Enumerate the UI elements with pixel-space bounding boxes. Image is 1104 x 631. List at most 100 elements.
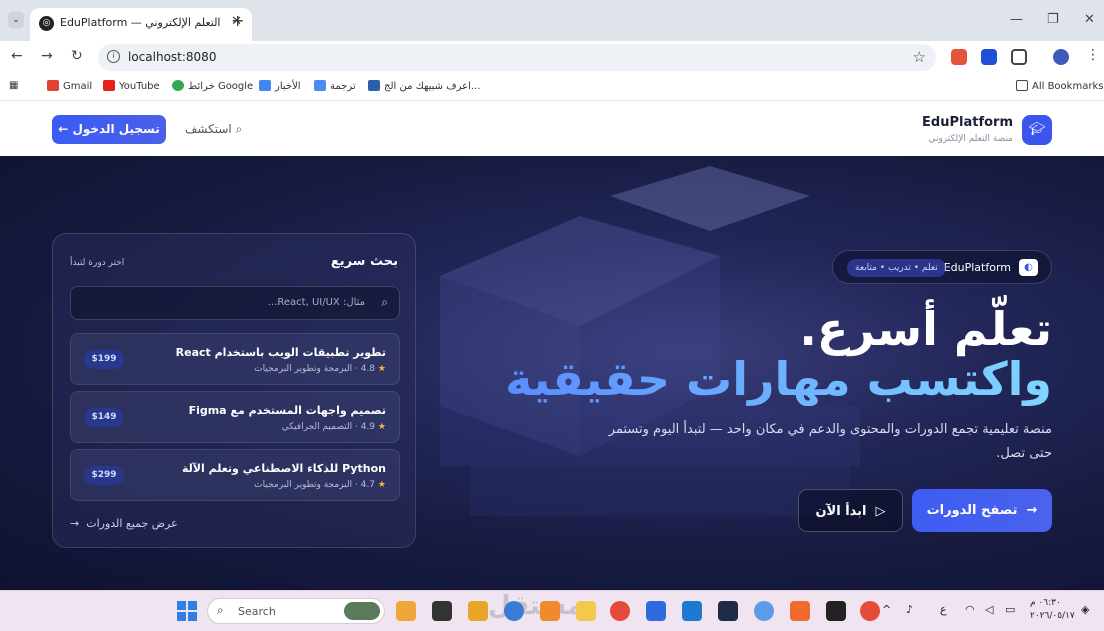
star-icon: ★ bbox=[377, 364, 386, 374]
bookmark-site-icon bbox=[368, 80, 380, 91]
course-meta: ★ 4.8 · البرمجة وتطوير البرمجيات bbox=[254, 364, 386, 374]
course-meta: ★ 4.7 · البرمجة وتطوير البرمجيات bbox=[254, 480, 386, 490]
bookmark-news[interactable]: الأخبار bbox=[259, 80, 301, 92]
explore-link[interactable]: استكشف ⌕ bbox=[185, 122, 242, 137]
bookmark-gmail[interactable]: Gmail bbox=[47, 80, 92, 92]
course-search-input[interactable]: مثال: React, UI/UX... ⌕ bbox=[70, 286, 400, 320]
arrow-icon: → bbox=[1017, 503, 1038, 518]
bookmark-maps[interactable]: خرائط Google bbox=[172, 80, 253, 92]
clock-date[interactable]: ٢٠٢٦/٠٥/١٧ bbox=[1030, 611, 1075, 621]
folder-icon[interactable] bbox=[576, 601, 596, 621]
file-explorer-icon[interactable] bbox=[468, 601, 488, 621]
course-price: $299 bbox=[84, 466, 124, 485]
course-item[interactable]: Python للذكاء الاصطناعي وتعلم الآلة ★ 4.… bbox=[70, 449, 400, 501]
browser-tab[interactable]: ◎ EduPlatform — التعلم الإلكتروني ✕ bbox=[30, 8, 252, 41]
watermark-text: مستقل bbox=[488, 591, 584, 621]
star-icon: ★ bbox=[377, 480, 386, 490]
window-close-icon[interactable]: ✕ bbox=[1084, 12, 1095, 27]
spark-icon[interactable] bbox=[790, 601, 810, 621]
reload-icon[interactable]: ↻ bbox=[71, 48, 83, 64]
arrow-icon: → bbox=[70, 517, 87, 530]
browse-courses-button[interactable]: تصفح الدورات → bbox=[912, 489, 1052, 532]
address-url[interactable]: localhost:8080 bbox=[128, 50, 216, 64]
back-arrow-icon[interactable]: ← bbox=[11, 48, 23, 64]
search-icon: ⌕ bbox=[217, 603, 224, 617]
hero-badge: ◐ EduPlatform تعلم • تدريب • متابعة bbox=[832, 250, 1052, 284]
hero-headline-accent: واكتسب مهارات حقيقية bbox=[505, 352, 1052, 406]
tab-favicon-icon: ◎ bbox=[39, 16, 54, 31]
powershell-icon[interactable] bbox=[682, 601, 702, 621]
all-bookmarks[interactable]: All Bookmarks bbox=[1016, 80, 1103, 92]
brave-shield-icon[interactable] bbox=[951, 49, 967, 65]
new-tab-plus-icon[interactable]: + bbox=[231, 11, 244, 30]
news-icon bbox=[259, 80, 271, 91]
app-store-icon[interactable] bbox=[504, 601, 524, 621]
play-icon: ▷ bbox=[866, 504, 886, 519]
task-view-icon[interactable] bbox=[432, 601, 452, 621]
vscode-remote-icon[interactable] bbox=[646, 601, 666, 621]
brand-subtitle: منصة التعلم الإلكتروني bbox=[928, 134, 1013, 144]
bookmark-translate[interactable]: ترجمة bbox=[314, 80, 356, 92]
microphone-icon[interactable]: ♪ bbox=[906, 603, 913, 616]
windows-start-icon[interactable] bbox=[177, 601, 197, 621]
search-highlight-icon bbox=[344, 602, 380, 620]
notifications-icon[interactable]: ◈ bbox=[1081, 603, 1089, 616]
graduation-cap-icon[interactable]: 🎓︎ bbox=[1022, 115, 1052, 145]
card-subtitle: اختر دورة لتبدأ bbox=[70, 258, 125, 268]
editor-icon[interactable] bbox=[718, 601, 738, 621]
tab-search-chevron-down-icon[interactable]: ⌄ bbox=[8, 12, 24, 28]
hero-headline: تعلّم أسرع. bbox=[799, 302, 1052, 356]
taskbar-search[interactable]: ⌕ Search bbox=[207, 598, 385, 624]
extensions-puzzle-icon[interactable] bbox=[1011, 49, 1027, 65]
bookmark-lookalike[interactable]: اعرف شبيهك من الج... bbox=[368, 80, 480, 92]
apps-grid-icon[interactable]: ▦ bbox=[9, 80, 18, 91]
translate-icon bbox=[314, 80, 326, 91]
chrome-active-icon[interactable] bbox=[860, 601, 880, 621]
forward-arrow-icon[interactable]: → bbox=[41, 48, 53, 64]
badge-brand: EduPlatform bbox=[943, 261, 1011, 274]
widgets-icon[interactable] bbox=[396, 601, 416, 621]
course-item[interactable]: تطوير تطبيقات الويب باستخدام React ★ 4.8… bbox=[70, 333, 400, 385]
folder-icon bbox=[1016, 80, 1028, 91]
input-language[interactable]: ع bbox=[940, 603, 947, 616]
course-title: تصميم واجهات المستخدم مع Figma bbox=[188, 404, 386, 417]
address-bar[interactable]: i localhost:8080 ☆ bbox=[98, 44, 936, 71]
minimize-icon[interactable]: — bbox=[1010, 12, 1023, 27]
course-title: تطوير تطبيقات الويب باستخدام React bbox=[175, 346, 386, 359]
bookmark-star-icon[interactable]: ☆ bbox=[913, 48, 926, 66]
wifi-icon[interactable]: ◠ bbox=[965, 603, 975, 616]
site-info-icon[interactable]: i bbox=[107, 50, 120, 63]
shield-extension-icon[interactable] bbox=[981, 49, 997, 65]
xampp-icon[interactable] bbox=[540, 601, 560, 621]
course-item[interactable]: تصميم واجهات المستخدم مع Figma ★ 4.9 · ا… bbox=[70, 391, 400, 443]
restore-icon[interactable]: ❐ bbox=[1047, 12, 1059, 27]
battery-icon[interactable]: ▭ bbox=[1005, 603, 1015, 616]
star-icon: ★ bbox=[377, 422, 386, 432]
browser-toolbar: ← → ↻ i localhost:8080 ☆ ⋮ bbox=[0, 41, 1104, 73]
quick-search-card: بحث سريع اختر دورة لتبدأ مثال: React, UI… bbox=[52, 233, 416, 548]
vpn-icon[interactable] bbox=[754, 601, 774, 621]
site-header: ← تسجيل الدخول استكشف ⌕ EduPlatform منصة… bbox=[0, 101, 1104, 156]
brand-logo-icon: ◐ bbox=[1019, 259, 1038, 276]
chrome-icon[interactable] bbox=[610, 601, 630, 621]
volume-icon[interactable]: ◁ bbox=[985, 603, 993, 616]
youtube-icon bbox=[103, 80, 115, 91]
badge-tag: تعلم • تدريب • متابعة bbox=[847, 259, 946, 277]
search-icon: ⌕ bbox=[381, 295, 388, 309]
login-button[interactable]: ← تسجيل الدخول bbox=[52, 115, 166, 144]
clock-time[interactable]: ٠٦:٣٠ م bbox=[1030, 598, 1061, 608]
windows-taskbar: مستقل ⌕ Search ^ ♪ ع ◠ ◁ ▭ ٠٦:٣٠ م ٢٠٢٦/… bbox=[0, 590, 1104, 631]
profile-avatar-icon[interactable] bbox=[1053, 49, 1069, 65]
brand-name[interactable]: EduPlatform bbox=[922, 115, 1013, 130]
kebab-menu-icon[interactable]: ⋮ bbox=[1086, 47, 1100, 63]
course-price: $199 bbox=[84, 350, 124, 369]
start-now-button[interactable]: ابدأ الآن ▷ bbox=[798, 489, 903, 532]
chevron-up-icon[interactable]: ^ bbox=[882, 603, 891, 616]
bookmarks-bar: ▦ Gmail YouTube خرائط Google الأخبار ترج… bbox=[0, 73, 1104, 101]
terminal-icon[interactable] bbox=[826, 601, 846, 621]
all-courses-link[interactable]: → عرض جميع الدورات bbox=[70, 517, 178, 530]
bookmark-youtube[interactable]: YouTube bbox=[103, 80, 160, 92]
card-title: بحث سريع bbox=[330, 254, 398, 269]
arrow-icon: ← bbox=[58, 122, 73, 136]
course-title: Python للذكاء الاصطناعي وتعلم الآلة bbox=[182, 462, 386, 475]
